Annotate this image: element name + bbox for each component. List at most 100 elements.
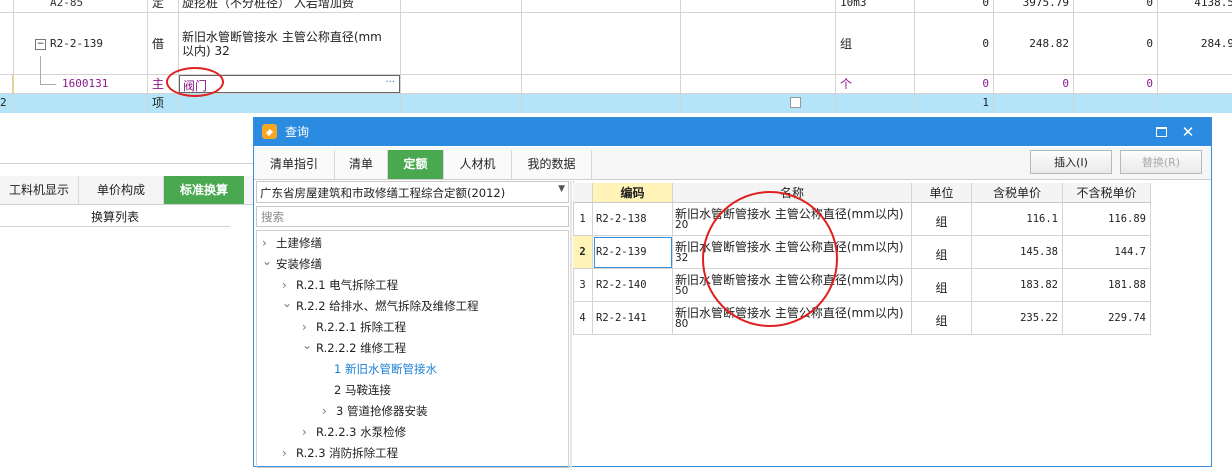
maximize-icon[interactable] [1156,127,1167,137]
tree-node[interactable]: › R.2.3 消防拆除工程 [282,443,398,463]
col-header-unit[interactable]: 单位 [912,183,972,203]
quota-library-select[interactable]: 广东省房屋建筑和市政修缮工程综合定额(2012) ▼ [256,181,569,203]
chevron-right-icon[interactable]: › [322,401,336,421]
row-type: 定 [152,0,165,10]
tab-my-data[interactable]: 我的数据 [512,150,592,179]
row-code[interactable]: R2-2-139 [50,37,140,51]
row-number: 2 [573,236,593,269]
tree-node[interactable]: › R.2.2.3 水泵检修 [302,422,406,442]
row-number-text: 1 [579,213,586,225]
selected-row[interactable] [0,94,1232,113]
row-code[interactable]: 1600131 [62,77,142,91]
chevron-right-icon[interactable]: › [282,443,296,463]
col-header-code[interactable]: 编码 [593,183,673,203]
row-price: 3975.79 [1022,0,1069,9]
tree-node-label: 安装修缮 [276,257,322,271]
row-tax-price-text: 183.82 [1020,279,1058,291]
top-grid: A2-85 定 旋挖桩（不分桩径） 入岩增加费 10m3 0 3975.79 0… [0,0,1232,113]
row-unit[interactable]: 组 [912,302,972,335]
tree-node[interactable]: 1 新旧水管断管接水 [334,359,437,379]
tab-standard-conversion[interactable]: 标准换算 [164,176,244,204]
tree-node[interactable]: ⌄ R.2.2 给排水、燃气拆除及维修工程 [282,296,479,316]
tree-node[interactable]: › 土建修缮 [262,233,322,253]
tab-bill[interactable]: 清单 [335,150,388,179]
tab-labor-machine[interactable]: 人材机 [444,150,512,179]
tree-node-label: R.2.2.1 拆除工程 [316,320,407,334]
row-code[interactable]: R2-2-139 [593,236,673,269]
row-tax-price-text: 235.22 [1020,312,1058,324]
row-tax-price[interactable]: 235.22 [972,302,1063,335]
chevron-right-icon[interactable]: › [282,275,296,295]
tree-node-label: 3 管道抢修器安装 [336,404,428,418]
row-notax-price[interactable]: 229.74 [1063,302,1151,335]
row-total: 4138.5 [1194,0,1232,9]
col-header-tax-price[interactable]: 含税单价 [972,183,1063,203]
tab-unit-price[interactable]: 单价构成 [79,176,164,204]
row-code[interactable]: R2-2-140 [593,269,673,302]
row-unit[interactable]: 组 [912,236,972,269]
row-tax-price[interactable]: 183.82 [972,269,1063,302]
row-unit-text: 组 [935,281,948,295]
tree-node[interactable]: › R.2.2.1 拆除工程 [302,317,406,337]
row-qty: 0 [982,77,989,90]
row-name[interactable]: 旋挖桩（不分桩径） 入岩增加费 [182,0,400,12]
tree-node-label: 1 新旧水管断管接水 [334,362,437,376]
tree-node[interactable]: ⌄ R.2.2.2 维修工程 [302,338,406,358]
ellipsis-button[interactable]: ··· [385,77,395,88]
tree-node[interactable]: 2 马鞍连接 [334,380,391,400]
search-placeholder: 搜索 [261,210,284,224]
tab-labor-material[interactable]: 工料机显示 [0,176,79,204]
row-qty: 0 [982,37,989,50]
row-code[interactable]: A2-85 [50,0,140,12]
row-total: 284.9 [1200,37,1232,50]
tree-node[interactable]: › 3 管道抢修器安装 [322,401,427,421]
row-code-text: R2-2-141 [596,312,647,324]
row-number-text: 2 [579,246,586,258]
close-icon[interactable]: ✕ [1180,122,1196,142]
col-header-notax-price[interactable]: 不含税单价 [1063,183,1151,203]
row-unit[interactable]: 组 [912,269,972,302]
row-code-text: R2-2-139 [596,246,647,258]
conversion-list-header: 换算列表 [0,208,230,227]
chevron-right-icon[interactable]: › [302,317,316,337]
chevron-down-icon[interactable]: ⌄ [302,335,316,355]
tab-quota[interactable]: 定额 [388,150,444,179]
dialog-titlebar[interactable]: 查询 ✕ [254,118,1211,146]
tree-node-label: 土建修缮 [276,236,322,250]
tree-node[interactable]: › R.2.1 电气拆除工程 [282,275,398,295]
insert-button[interactable]: 插入(I) [1030,150,1112,174]
row-unit: 10m3 [840,0,867,9]
row-unit[interactable]: 组 [912,203,972,236]
row-name[interactable]: 新旧水管断管接水 主管公称直径(mm以内) 32 [182,30,392,60]
bottom-tab-bar: 工料机显示 单价构成 标准换算 [0,176,255,205]
row-tax-price[interactable]: 116.1 [972,203,1063,236]
row-number-text: 3 [579,279,586,291]
collapse-toggle-icon[interactable]: − [35,39,46,50]
chevron-down-icon[interactable]: ⌄ [262,251,276,271]
tab-bill-guide[interactable]: 清单指引 [254,150,335,179]
chevron-right-icon[interactable]: › [262,233,276,253]
tree-search-input[interactable]: 搜索 [256,206,569,227]
row-checkbox[interactable] [790,97,801,108]
tree-node-label: R.2.1 电气拆除工程 [296,278,399,292]
row-notax-price[interactable]: 144.7 [1063,236,1151,269]
tree-node-label: R.2.2.3 水泵检修 [316,425,407,439]
row-number: 4 [573,302,593,335]
row-code[interactable]: R2-2-138 [593,203,673,236]
replace-button[interactable]: 替换(R) [1120,150,1202,174]
row-code[interactable]: R2-2-141 [593,302,673,335]
chevron-right-icon[interactable]: › [302,422,316,442]
row-tax-price[interactable]: 145.38 [972,236,1063,269]
row-tax-price-text: 116.1 [1026,213,1058,225]
chevron-down-icon: ▼ [558,184,565,194]
row-unit: 个 [840,77,853,91]
row-notax-price[interactable]: 181.88 [1063,269,1151,302]
tree-node[interactable]: ⌄ 安装修缮 [262,254,322,274]
row-name-line2: 20 [675,219,689,231]
row-number-text: 4 [579,312,586,324]
row-unit-text: 组 [935,248,948,262]
row-notax-price-text: 229.74 [1108,312,1146,324]
pane-splitter[interactable] [570,181,572,468]
row-notax-price[interactable]: 116.89 [1063,203,1151,236]
chevron-down-icon[interactable]: ⌄ [282,293,296,313]
